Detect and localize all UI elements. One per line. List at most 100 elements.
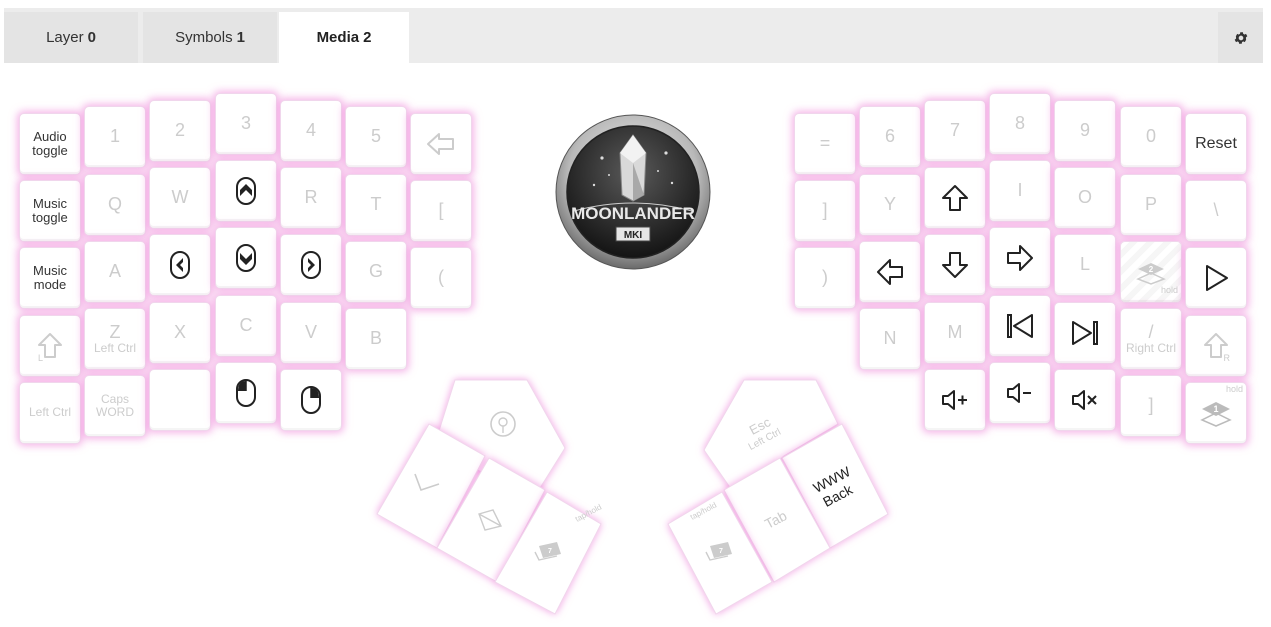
hold-label: hold (1160, 285, 1178, 296)
key-label: P (1144, 194, 1157, 215)
key-volume-mute[interactable] (1054, 369, 1116, 431)
key-8[interactable]: 8 (989, 93, 1051, 155)
moonlander-logo-badge: MOONLANDER MKI (555, 114, 711, 270)
key-9[interactable]: 9 (1054, 100, 1116, 162)
key-mouse-right[interactable] (280, 234, 342, 296)
key-label: Z (109, 321, 121, 342)
key-y[interactable]: Y (859, 174, 921, 236)
key-audio-toggle[interactable]: Audio toggle (19, 113, 81, 175)
key-sublabel: Left Ctrl (93, 341, 136, 356)
key-reset[interactable]: Reset (1185, 113, 1247, 175)
key-backspace[interactable] (410, 113, 472, 175)
layer-number: 7 (548, 548, 552, 555)
key-w[interactable]: W (149, 167, 211, 229)
key-i[interactable]: I (989, 160, 1051, 222)
skip-previous-icon (1007, 314, 1033, 338)
key-label: Q (107, 194, 122, 215)
key-r[interactable]: R (280, 167, 342, 229)
key-right-bracket[interactable]: ] (794, 180, 856, 242)
layer-number: 7 (719, 548, 723, 555)
key-v[interactable]: V (280, 302, 342, 364)
key-7[interactable]: 7 (924, 100, 986, 162)
key-x[interactable]: X (149, 302, 211, 364)
key-mouse-button-2[interactable] (280, 369, 342, 431)
key-p[interactable]: P (1120, 174, 1182, 236)
key-arrow-up[interactable] (924, 167, 986, 229)
key-backslash[interactable]: \ (1185, 180, 1247, 242)
key-media-play[interactable] (1185, 247, 1247, 309)
key-label: 3 (240, 113, 251, 134)
key-equal[interactable]: = (794, 113, 856, 175)
key-arrow-left[interactable] (859, 241, 921, 303)
key-music-toggle[interactable]: Music toggle (19, 180, 81, 242)
key-a[interactable]: A (84, 241, 146, 303)
key-right-bracket-2[interactable]: ] (1120, 375, 1182, 437)
key-label: W (171, 187, 189, 208)
key-label: 8 (1014, 113, 1025, 134)
key-q[interactable]: Q (84, 174, 146, 236)
key-label: C (239, 315, 253, 336)
key-label: / (1148, 321, 1154, 342)
key-0[interactable]: 0 (1120, 106, 1182, 168)
key-mouse-left[interactable] (149, 234, 211, 296)
key-m[interactable]: M (924, 302, 986, 364)
key-layer-2-hold[interactable]: 2 hold (1120, 241, 1182, 303)
key-arrow-down[interactable] (924, 234, 986, 296)
left-thumb-cluster: tap/hold 7 (375, 378, 605, 618)
key-z[interactable]: Z Left Ctrl (84, 308, 146, 370)
key-label: 5 (370, 126, 381, 147)
key-media-next[interactable] (1054, 302, 1116, 364)
key-o[interactable]: O (1054, 167, 1116, 229)
key-label: ] (1148, 395, 1154, 416)
key-c[interactable]: C (215, 295, 277, 357)
key-left-shift[interactable]: L (19, 315, 81, 377)
key-label: 0 (1145, 126, 1156, 147)
arrow-left-icon (877, 259, 903, 285)
key-g[interactable]: G (345, 241, 407, 303)
key-label: \ (1213, 200, 1219, 221)
key-label: L (1079, 254, 1090, 275)
key-label: I (1017, 180, 1023, 201)
key-label: X (173, 322, 186, 343)
key-label: 7 (949, 120, 960, 141)
key-t[interactable]: T (345, 174, 407, 236)
key-arrow-right[interactable] (989, 227, 1051, 289)
key-volume-down[interactable] (989, 362, 1051, 424)
key-caps-word[interactable]: Caps WORD (84, 375, 146, 437)
key-5[interactable]: 5 (345, 106, 407, 168)
key-layer-1-hold[interactable]: hold 1 (1185, 382, 1247, 444)
key-blank[interactable] (149, 369, 211, 431)
moonlander-logo: MOONLANDER MKI (554, 113, 712, 271)
key-label: 2 (174, 120, 185, 141)
key-right-shift[interactable]: R (1185, 315, 1247, 377)
key-3[interactable]: 3 (215, 93, 277, 155)
key-mouse-button-1[interactable] (215, 362, 277, 424)
key-2[interactable]: 2 (149, 100, 211, 162)
key-l[interactable]: L (1054, 234, 1116, 296)
key-music-mode[interactable]: Music mode (19, 247, 81, 309)
skip-next-icon (1072, 321, 1098, 345)
key-left-ctrl[interactable]: Left Ctrl (19, 382, 81, 444)
key-b[interactable]: B (345, 308, 407, 370)
key-left-bracket[interactable]: [ (410, 180, 472, 242)
key-right-paren[interactable]: ) (794, 247, 856, 309)
key-volume-up[interactable] (924, 369, 986, 431)
key-mouse-up[interactable] (215, 160, 277, 222)
key-label: Music toggle (32, 195, 68, 225)
play-icon (1206, 265, 1228, 291)
mouse-left-icon (170, 251, 190, 279)
key-media-previous[interactable] (989, 295, 1051, 357)
mouse-right-icon (301, 251, 321, 279)
key-1[interactable]: 1 (84, 106, 146, 168)
key-n[interactable]: N (859, 308, 921, 370)
key-label: A (108, 261, 121, 282)
key-left-paren[interactable]: ( (410, 247, 472, 309)
key-mouse-down[interactable] (215, 227, 277, 289)
key-label: [ (438, 200, 444, 221)
key-label: 9 (1079, 120, 1090, 141)
key-slash[interactable]: / Right Ctrl (1120, 308, 1182, 370)
key-4[interactable]: 4 (280, 100, 342, 162)
key-label: 6 (884, 126, 895, 147)
key-6[interactable]: 6 (859, 106, 921, 168)
key-label: G (368, 261, 383, 282)
